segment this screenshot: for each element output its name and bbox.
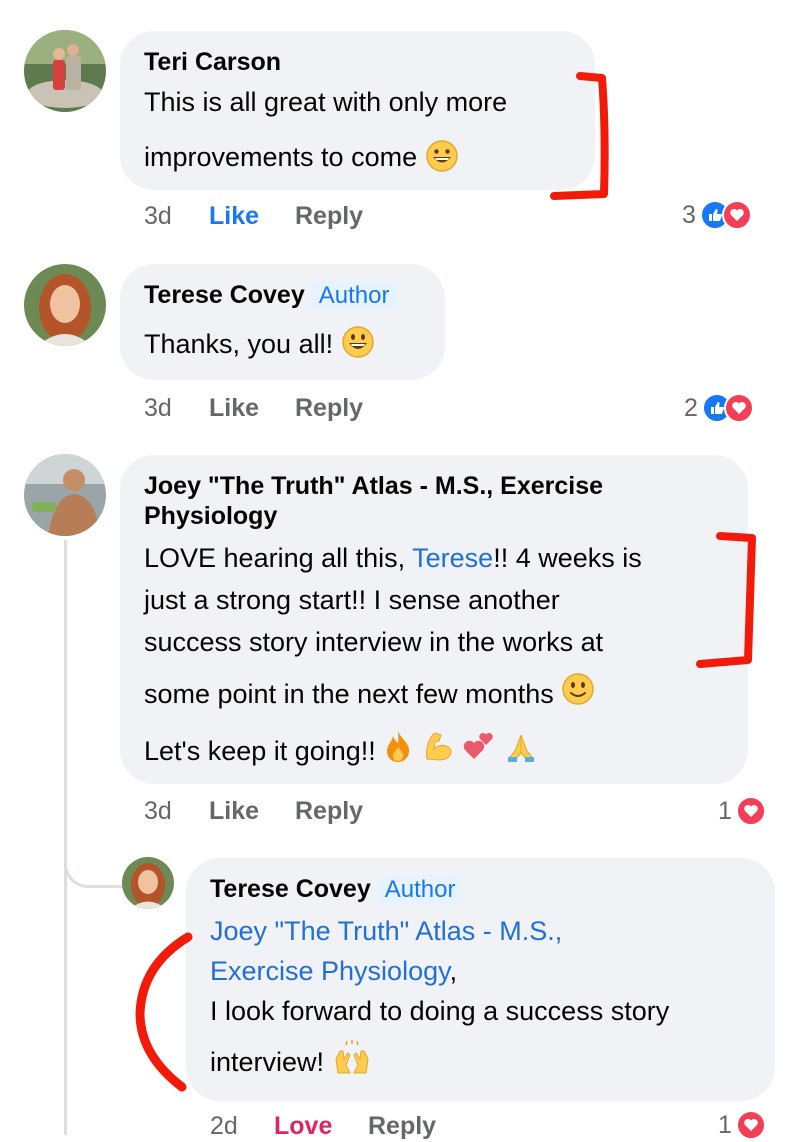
like-button[interactable]: Like bbox=[209, 797, 259, 826]
comment-text-line-5: Let's keep it going!! bbox=[144, 728, 724, 777]
timestamp: 3d bbox=[144, 797, 172, 825]
avatar-teri-carson[interactable] bbox=[24, 30, 106, 112]
love-icon bbox=[735, 796, 766, 826]
author-badge: Author bbox=[310, 281, 398, 311]
two-hearts-icon bbox=[462, 729, 496, 777]
love-icon bbox=[721, 200, 752, 230]
reply-button[interactable]: Reply bbox=[295, 202, 363, 231]
comment-bubble: Joey "The Truth" Atlas - M.S., Exercise P… bbox=[120, 455, 748, 784]
love-button[interactable]: Love bbox=[274, 1112, 332, 1141]
avatar-terese-covey-reply[interactable] bbox=[122, 857, 174, 909]
love-icon bbox=[723, 393, 754, 423]
comment-text-line-1: LOVE hearing all this, Terese!! 4 weeks … bbox=[144, 543, 642, 573]
reply-connector bbox=[64, 840, 123, 888]
folded-hands-icon bbox=[504, 729, 538, 777]
reply-bubble: Terese Covey Author Joey "The Truth" Atla… bbox=[186, 858, 775, 1101]
comment-author[interactable]: Terese Covey bbox=[210, 875, 371, 903]
love-icon bbox=[735, 1110, 766, 1140]
comment-actions: 3d Like Reply bbox=[144, 202, 444, 232]
reaction-count: 3 bbox=[682, 200, 696, 229]
smiling-face-icon bbox=[341, 325, 375, 367]
timestamp: 3d bbox=[144, 202, 172, 230]
comment-actions: 2d Love Reply bbox=[210, 1112, 510, 1142]
comment-text-line-3: success story interview in the works at bbox=[144, 627, 604, 657]
comment-author[interactable]: Joey "The Truth" Atlas - M.S., Exercise P… bbox=[144, 471, 724, 531]
comment-actions: 3d Like Reply bbox=[144, 797, 444, 827]
comment-bubble: Terese Covey Author Thanks, you all! bbox=[120, 264, 445, 380]
mention-link-line-2[interactable]: Exercise Physiology, bbox=[210, 951, 751, 991]
comment-text-line-4: some point in the next few months bbox=[144, 671, 724, 720]
timestamp: 2d bbox=[210, 1112, 238, 1140]
reaction-summary[interactable]: 2 bbox=[684, 393, 754, 423]
like-button[interactable]: Like bbox=[209, 202, 259, 231]
raising-hands-icon bbox=[332, 1039, 372, 1089]
comment-text-line-2: interview! bbox=[210, 1039, 751, 1089]
comment-text-line: This is all great with only more bbox=[144, 87, 508, 117]
mention-link[interactable]: Joey "The Truth" Atlas - M.S., bbox=[210, 911, 751, 951]
avatar-terese-covey[interactable] bbox=[24, 264, 106, 346]
reaction-summary[interactable]: 1 bbox=[718, 796, 766, 826]
reaction-summary[interactable]: 1 bbox=[718, 1110, 766, 1140]
comment-text-line: Thanks, you all! bbox=[144, 325, 421, 367]
grinning-face-icon bbox=[425, 139, 459, 179]
avatar-joey-atlas[interactable] bbox=[24, 454, 106, 536]
comment-text-line-2: improvements to come bbox=[144, 139, 571, 179]
comment-author-line: Terese Covey Author bbox=[210, 874, 751, 905]
comment-text-line-2: just a strong start!! I sense another bbox=[144, 585, 560, 615]
like-button[interactable]: Like bbox=[209, 394, 259, 423]
slightly-smiling-face-icon bbox=[561, 672, 595, 720]
reaction-summary[interactable]: 3 bbox=[682, 200, 752, 230]
comment-author[interactable]: Teri Carson bbox=[144, 47, 571, 77]
reaction-count: 1 bbox=[718, 796, 732, 825]
comment-bubble: Teri Carson This is all great with only … bbox=[120, 31, 595, 190]
comment-actions: 3d Like Reply bbox=[144, 394, 444, 424]
comment-author-line: Terese Covey Author bbox=[144, 280, 421, 311]
reaction-count: 2 bbox=[684, 393, 698, 422]
comment-author[interactable]: Terese Covey bbox=[144, 281, 305, 309]
reply-thread-line bbox=[64, 540, 67, 1135]
reaction-count: 1 bbox=[718, 1110, 732, 1139]
reply-button[interactable]: Reply bbox=[368, 1112, 436, 1141]
timestamp: 3d bbox=[144, 394, 172, 422]
fire-icon bbox=[383, 729, 413, 777]
mention-link[interactable]: Terese bbox=[412, 543, 493, 573]
flexed-biceps-icon bbox=[421, 729, 455, 777]
author-badge: Author bbox=[376, 875, 464, 905]
reply-button[interactable]: Reply bbox=[295, 797, 363, 826]
comment-text-line: I look forward to doing a success story bbox=[210, 996, 670, 1026]
reply-button[interactable]: Reply bbox=[295, 394, 363, 423]
